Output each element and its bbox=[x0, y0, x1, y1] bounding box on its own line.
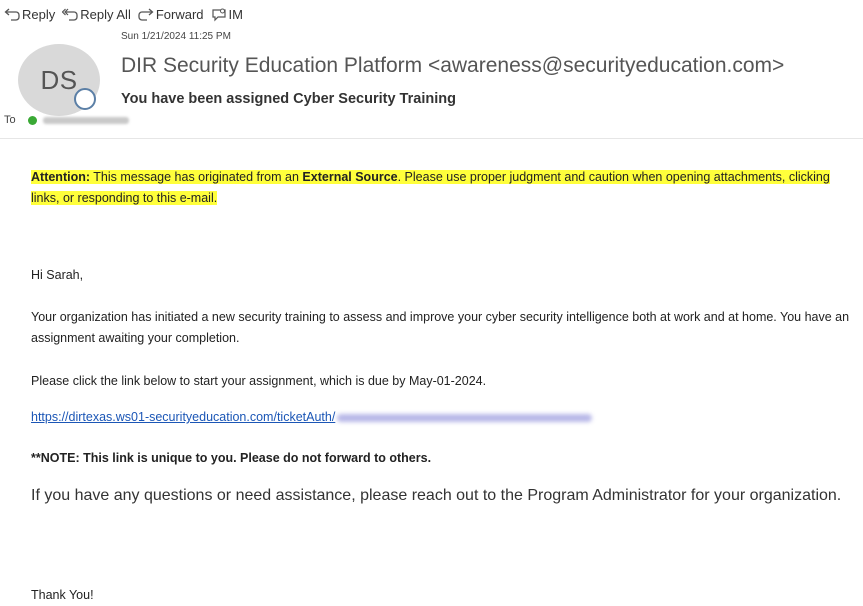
reply-all-label: Reply All bbox=[80, 7, 131, 22]
message-toolbar: Reply Reply All Forward IM bbox=[4, 7, 250, 22]
recipients-row: To bbox=[4, 114, 129, 126]
body-paragraph-2: Please click the link below to start you… bbox=[31, 374, 487, 388]
im-button[interactable]: IM bbox=[211, 7, 243, 22]
im-label: IM bbox=[228, 7, 243, 22]
body-paragraph-1: Your organization has initiated a new se… bbox=[31, 310, 850, 345]
forward-icon bbox=[138, 8, 154, 21]
attention-bold: External Source bbox=[302, 170, 398, 184]
attention-label: Attention: bbox=[31, 170, 91, 184]
signoff: Thank You! bbox=[31, 588, 94, 602]
forward-button[interactable]: Forward bbox=[138, 7, 204, 22]
attention-pre: This message has originated from an bbox=[93, 170, 299, 184]
external-warning: Attention: This message has originated f… bbox=[31, 167, 861, 209]
recipient-presence-icon bbox=[27, 115, 37, 125]
forward-label: Forward bbox=[155, 7, 204, 22]
sender-name[interactable]: DIR Security Education Platform <awarene… bbox=[121, 54, 784, 78]
reply-button[interactable]: Reply bbox=[4, 7, 55, 22]
warning-highlight: Attention: This message has originated f… bbox=[31, 170, 830, 205]
message-date: Sun 1/21/2024 11:25 PM bbox=[121, 31, 231, 42]
avatar-initials: DS bbox=[40, 64, 78, 95]
note-text: **NOTE: This link is unique to you. Plea… bbox=[31, 451, 432, 465]
chat-icon bbox=[211, 8, 226, 21]
reply-label: Reply bbox=[22, 7, 56, 22]
questions-text: If you have any questions or need assist… bbox=[31, 487, 842, 504]
redacted-recipient[interactable] bbox=[42, 116, 129, 124]
presence-status-icon bbox=[74, 88, 96, 110]
redacted-link-token[interactable] bbox=[337, 413, 593, 422]
assignment-link[interactable]: https://dirtexas.ws01-securityeducation.… bbox=[31, 410, 335, 424]
greeting: Hi Sarah, bbox=[31, 268, 84, 282]
to-label: To bbox=[4, 114, 16, 126]
link-row: https://dirtexas.ws01-securityeducation.… bbox=[31, 407, 861, 428]
reply-all-icon bbox=[62, 8, 78, 21]
header-divider bbox=[0, 138, 863, 139]
reply-all-button[interactable]: Reply All bbox=[62, 7, 131, 22]
reply-icon bbox=[4, 8, 20, 21]
message-subject: You have been assigned Cyber Security Tr… bbox=[121, 91, 456, 107]
